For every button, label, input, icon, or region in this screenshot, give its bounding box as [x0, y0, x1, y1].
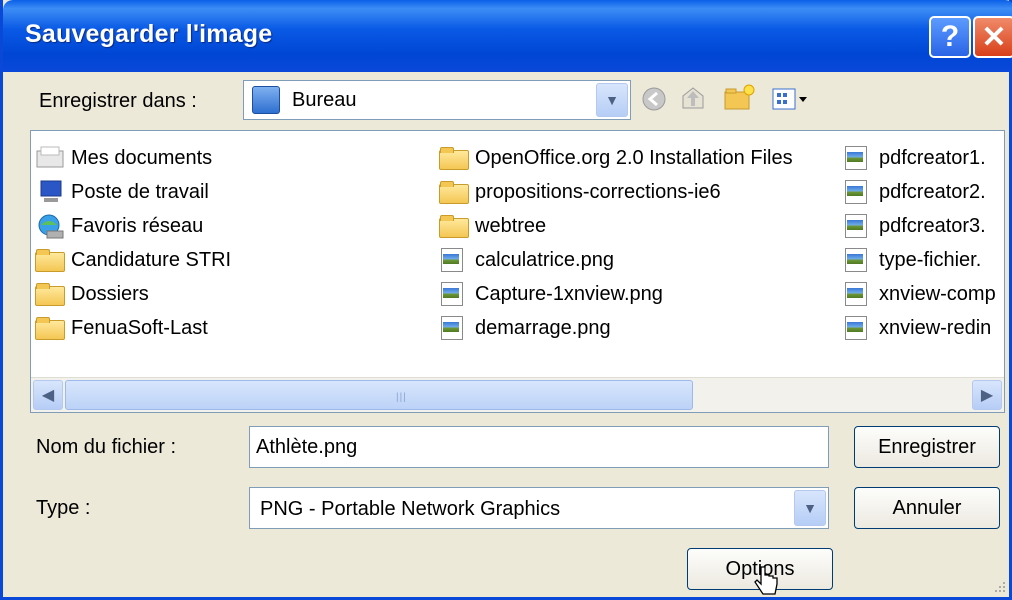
scroll-right-button[interactable]: ▶ — [972, 380, 1002, 410]
file-name: Mes documents — [71, 146, 213, 169]
scroll-left-button[interactable]: ◀ — [33, 380, 63, 410]
image-file-icon — [439, 316, 465, 340]
list-item[interactable]: Favoris réseau — [35, 209, 231, 243]
list-item[interactable]: Dossiers — [35, 277, 231, 311]
list-item[interactable]: pdfcreator1. — [843, 141, 996, 175]
up-folder-button[interactable] — [677, 82, 709, 114]
back-button[interactable] — [639, 84, 669, 114]
file-name: Dossiers — [71, 282, 149, 305]
folder-icon — [439, 181, 469, 204]
save-image-dialog: Sauvegarder l'image ? ✕ Enregistrer dans… — [0, 0, 1012, 600]
file-name: calculatrice.png — [475, 248, 614, 271]
save-in-label: Enregistrer dans : — [39, 90, 197, 112]
file-name: OpenOffice.org 2.0 Installation Files — [475, 146, 793, 169]
image-file-icon — [843, 146, 869, 170]
close-icon: ✕ — [981, 20, 1007, 54]
resize-grip-icon[interactable] — [989, 578, 1009, 596]
chevron-down-icon[interactable]: ▼ — [794, 490, 826, 526]
file-column-3: pdfcreator1. pdfcreator2. pdfcreator3. t… — [843, 141, 996, 345]
file-name: Favoris réseau — [71, 214, 204, 237]
folder-icon — [439, 215, 469, 238]
list-item[interactable]: demarrage.png — [439, 311, 793, 345]
list-item[interactable]: type-fichier. — [843, 243, 996, 277]
list-item[interactable]: xnview-comp — [843, 277, 996, 311]
up-folder-icon — [682, 87, 704, 109]
file-name: Poste de travail — [71, 180, 209, 203]
save-in-combobox[interactable]: Bureau ▼ — [243, 80, 631, 120]
new-folder-icon — [724, 84, 755, 110]
file-name: pdfcreator1. — [879, 146, 986, 169]
list-item[interactable]: Mes documents — [35, 141, 231, 175]
desktop-icon — [252, 86, 280, 114]
help-button[interactable]: ? — [929, 16, 971, 58]
save-in-value: Bureau — [292, 89, 357, 111]
close-button[interactable]: ✕ — [973, 16, 1012, 58]
list-item[interactable]: Poste de travail — [35, 175, 231, 209]
folder-icon — [35, 283, 65, 306]
list-item[interactable]: webtree — [439, 209, 793, 243]
file-column-2: OpenOffice.org 2.0 Installation Files pr… — [439, 141, 793, 345]
dialog-title: Sauvegarder l'image — [25, 20, 273, 48]
image-file-icon — [843, 282, 869, 306]
chevron-right-icon: ▶ — [980, 387, 994, 404]
folder-icon — [35, 317, 65, 340]
list-item[interactable]: pdfcreator2. — [843, 175, 996, 209]
filename-input[interactable]: Athlète.png — [249, 426, 829, 468]
file-name: xnview-comp — [879, 282, 996, 305]
chevron-down-icon[interactable]: ▼ — [596, 83, 628, 117]
title-bar[interactable]: Sauvegarder l'image ? ✕ — [3, 0, 1012, 72]
chevron-left-icon: ◀ — [41, 387, 55, 404]
network-places-icon — [38, 214, 64, 239]
file-name: webtree — [475, 214, 547, 237]
image-file-icon — [843, 180, 869, 204]
list-item[interactable]: calculatrice.png — [439, 243, 793, 277]
scroll-thumb[interactable]: ||| — [65, 380, 693, 410]
hand-cursor-icon — [754, 566, 778, 595]
my-computer-icon — [40, 180, 62, 202]
folder-icon — [35, 249, 65, 272]
file-name: demarrage.png — [475, 316, 611, 339]
list-item[interactable]: Capture-1xnview.png — [439, 277, 793, 311]
folder-icon — [439, 147, 469, 170]
file-column-1: Mes documents Poste de travail Favoris r… — [35, 141, 231, 345]
horizontal-scrollbar[interactable]: ◀ ||| ▶ — [31, 377, 1004, 412]
list-item[interactable]: FenuaSoft-Last — [35, 311, 231, 345]
type-value: PNG - Portable Network Graphics — [260, 498, 561, 520]
back-arrow-icon — [642, 87, 666, 111]
file-name: FenuaSoft-Last — [71, 316, 208, 339]
image-file-icon — [843, 316, 869, 340]
file-list[interactable]: Mes documents Poste de travail Favoris r… — [30, 130, 1005, 413]
image-file-icon — [843, 248, 869, 272]
view-menu-icon — [772, 88, 807, 110]
file-name: type-fichier. — [879, 248, 982, 271]
type-combobox[interactable]: PNG - Portable Network Graphics ▼ — [249, 487, 829, 529]
file-name: Capture-1xnview.png — [475, 282, 663, 305]
filename-label: Nom du fichier : — [36, 436, 177, 458]
question-mark-icon: ? — [940, 20, 960, 53]
cancel-button[interactable]: Annuler — [854, 487, 1000, 529]
file-name: pdfcreator3. — [879, 214, 986, 237]
save-button[interactable]: Enregistrer — [854, 426, 1000, 468]
my-documents-icon — [36, 146, 64, 168]
list-item[interactable]: OpenOffice.org 2.0 Installation Files — [439, 141, 793, 175]
file-name: Candidature STRI — [71, 248, 232, 271]
file-name: pdfcreator2. — [879, 180, 986, 203]
grip-icon: ||| — [396, 392, 407, 403]
new-folder-button[interactable] — [721, 82, 757, 114]
image-file-icon — [439, 248, 465, 272]
image-file-icon — [843, 214, 869, 238]
list-item[interactable]: pdfcreator3. — [843, 209, 996, 243]
list-item[interactable]: Candidature STRI — [35, 243, 231, 277]
list-item[interactable]: propositions-corrections-ie6 — [439, 175, 793, 209]
image-file-icon — [439, 282, 465, 306]
file-name: xnview-redin — [879, 316, 992, 339]
list-item[interactable]: xnview-redin — [843, 311, 996, 345]
view-menu-button[interactable] — [769, 84, 815, 114]
file-name: propositions-corrections-ie6 — [475, 180, 721, 203]
type-label: Type : — [36, 497, 91, 519]
